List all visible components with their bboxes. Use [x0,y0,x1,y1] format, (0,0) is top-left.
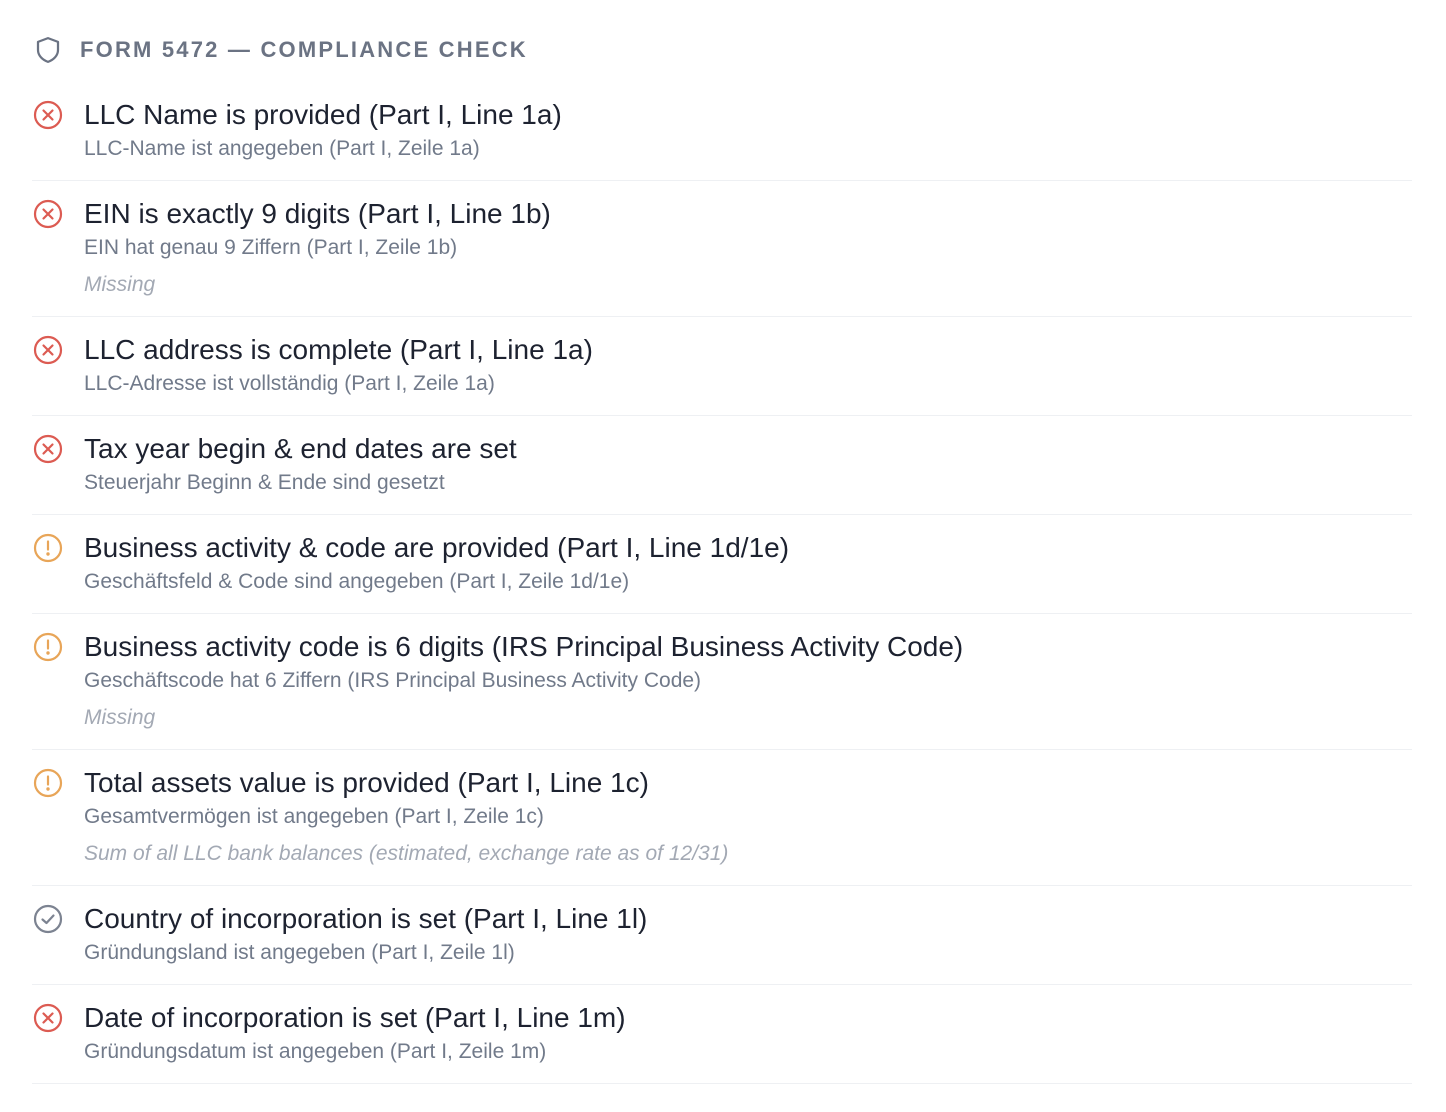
error-circle-icon [32,334,64,366]
check-text: LLC Name is provided (Part I, Line 1a) LL… [84,96,1412,164]
check-subtitle: Gründungsland ist angegeben (Part I, Zei… [84,941,515,964]
error-circle-icon [32,433,64,465]
check-subtitle: Gesamtvermögen ist angegeben (Part I, Ze… [84,805,544,828]
check-text: Business activity & code are provided (P… [84,529,1412,597]
check-item: Business activity & code are provided (P… [32,515,1412,614]
check-item: LLC address is complete (Part I, Line 1a… [32,317,1412,416]
panel-header: FORM 5472 — COMPLIANCE CHECK [32,30,1412,70]
check-subtitle: Gründungsdatum ist angegeben (Part I, Ze… [84,1040,547,1063]
check-title: Total assets value is provided (Part I, … [84,767,649,798]
check-text: EIN is exactly 9 digits (Part I, Line 1b… [84,195,1412,300]
check-subtitle: Geschäftscode hat 6 Ziffern (IRS Princip… [84,669,702,692]
check-note: Missing [84,273,156,296]
check-item: Date of incorporation is set (Part I, Li… [32,985,1412,1084]
compliance-panel: FORM 5472 — COMPLIANCE CHECK LLC Name is… [32,30,1412,1084]
check-text: Date of incorporation is set (Part I, Li… [84,999,1412,1067]
check-title: LLC Name is provided (Part I, Line 1a) [84,99,562,130]
check-text: LLC address is complete (Part I, Line 1a… [84,331,1412,399]
check-subtitle: EIN hat genau 9 Ziffern (Part I, Zeile 1… [84,236,458,259]
check-subtitle: LLC-Adresse ist vollständig (Part I, Zei… [84,372,495,395]
check-item: Country of incorporation is set (Part I,… [32,886,1412,985]
check-text: Total assets value is provided (Part I, … [84,764,1412,869]
check-subtitle: Geschäftsfeld & Code sind angegeben (Par… [84,570,630,593]
check-note: Sum of all LLC bank balances (estimated,… [84,842,729,865]
check-circle-icon [32,903,64,935]
page-title: FORM 5472 — COMPLIANCE CHECK [80,37,528,62]
check-subtitle: LLC-Name ist angegeben (Part I, Zeile 1a… [84,137,480,160]
check-title: Tax year begin & end dates are set [84,433,517,464]
check-item: EIN is exactly 9 digits (Part I, Line 1b… [32,181,1412,317]
error-circle-icon [32,1002,64,1034]
warning-circle-icon [32,767,64,799]
check-text: Country of incorporation is set (Part I,… [84,900,1412,968]
check-item: Total assets value is provided (Part I, … [32,750,1412,886]
error-circle-icon [32,198,64,230]
check-note: Missing [84,706,156,729]
warning-circle-icon [32,532,64,564]
check-title: EIN is exactly 9 digits (Part I, Line 1b… [84,198,551,229]
error-circle-icon [32,99,64,131]
check-subtitle: Steuerjahr Beginn & Ende sind gesetzt [84,471,445,494]
check-title: LLC address is complete (Part I, Line 1a… [84,334,593,365]
check-text: Business activity code is 6 digits (IRS … [84,628,1412,733]
warning-circle-icon [32,631,64,663]
check-item: Business activity code is 6 digits (IRS … [32,614,1412,750]
checks-list: LLC Name is provided (Part I, Line 1a) LL… [32,82,1412,1084]
check-item: LLC Name is provided (Part I, Line 1a) LL… [32,82,1412,181]
check-title: Date of incorporation is set (Part I, Li… [84,1002,626,1033]
check-title: Country of incorporation is set (Part I,… [84,903,648,934]
shield-icon [32,34,64,66]
check-text: Tax year begin & end dates are set Steuer… [84,430,1412,498]
check-title: Business activity & code are provided (P… [84,532,790,563]
check-title: Business activity code is 6 digits (IRS … [84,631,964,662]
check-item: Tax year begin & end dates are set Steuer… [32,416,1412,515]
